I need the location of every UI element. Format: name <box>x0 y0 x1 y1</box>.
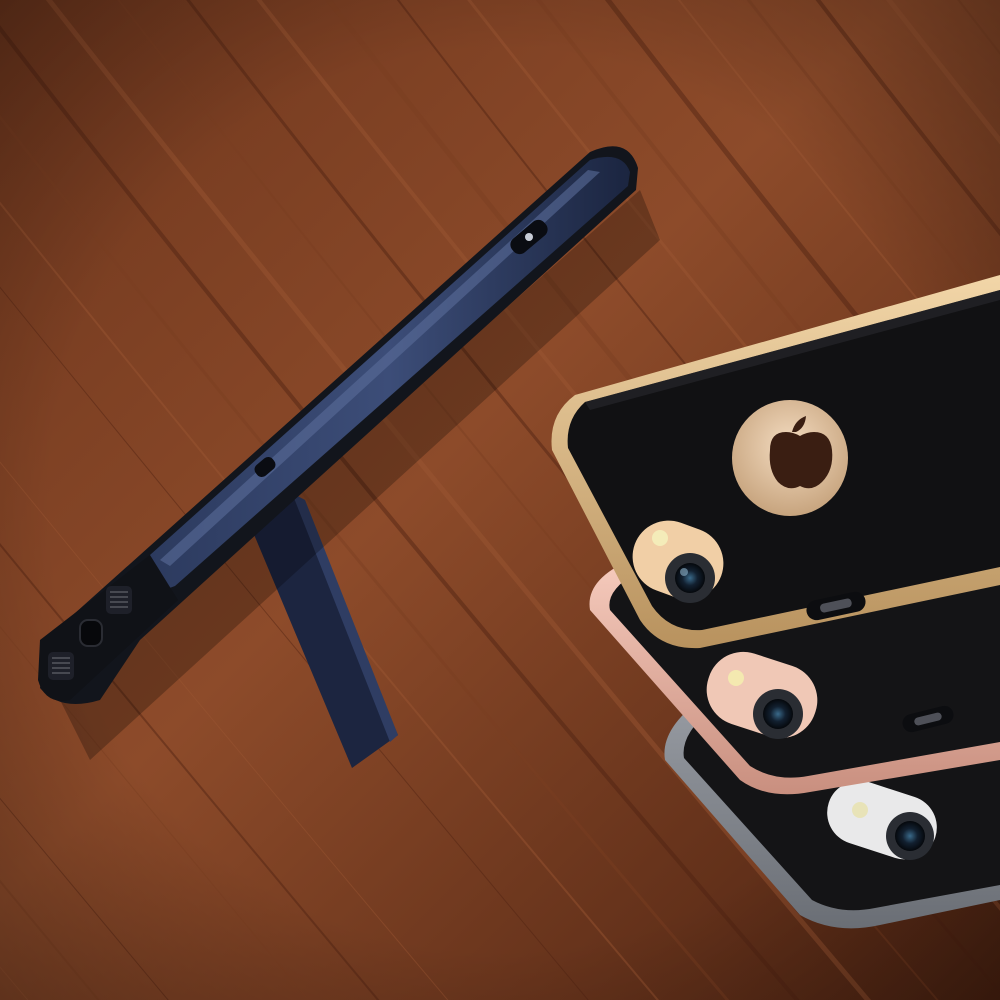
apple-logo-cutout <box>732 400 848 516</box>
product-photo <box>0 0 1000 1000</box>
